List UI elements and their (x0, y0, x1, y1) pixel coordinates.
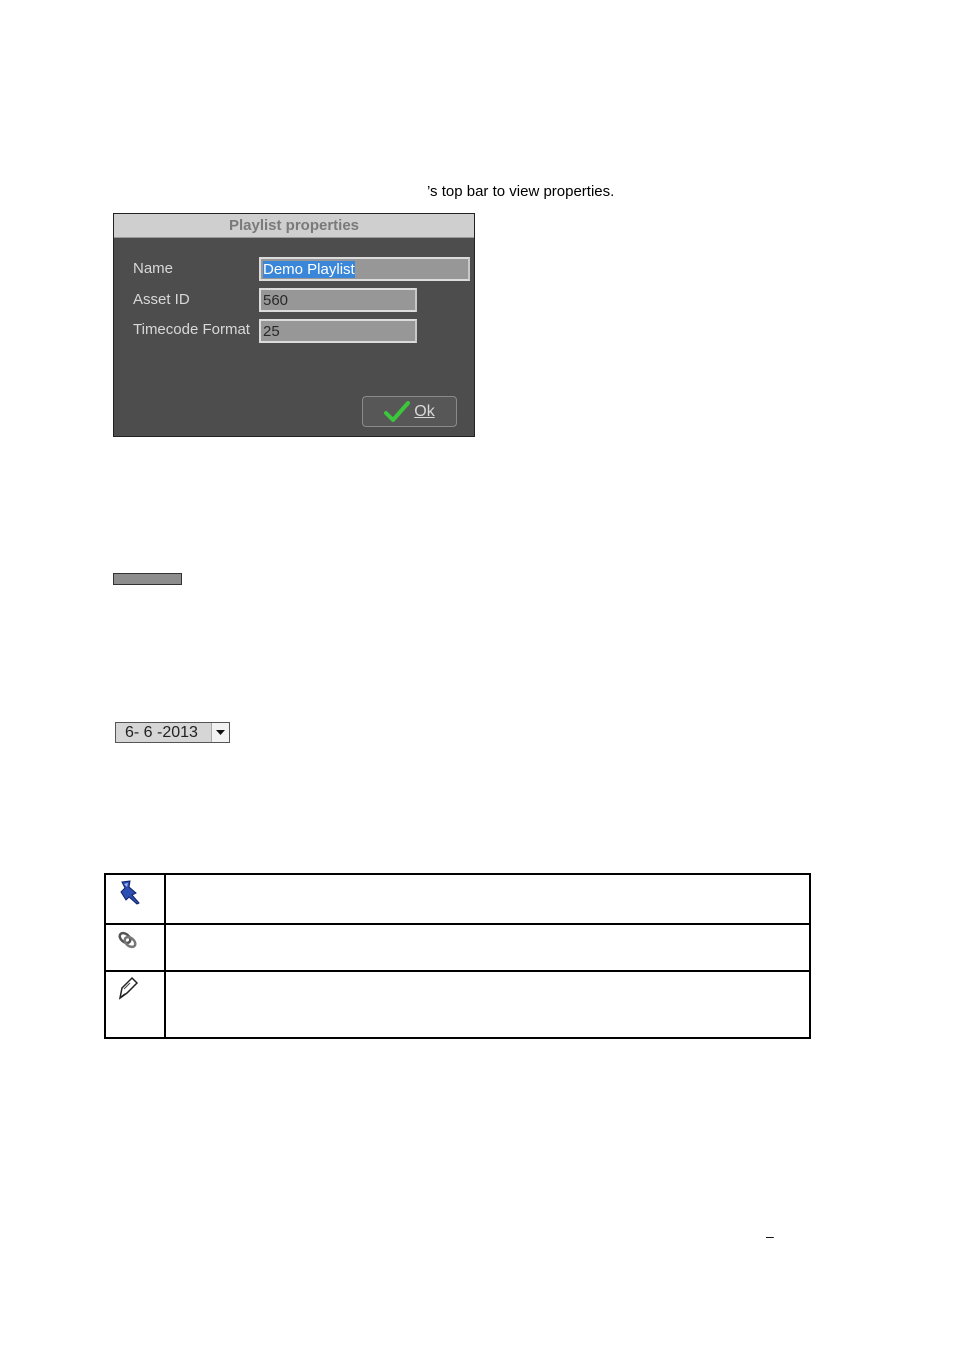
description-cell (164, 873, 811, 925)
ok-button[interactable]: Ok (362, 396, 457, 427)
date-dropdown[interactable]: 6- 6 -2013 (115, 722, 230, 743)
icon-cell (104, 873, 166, 925)
chevron-down-icon[interactable] (211, 723, 229, 742)
table-row (104, 923, 811, 972)
timecode-format-label: Timecode Format (133, 321, 250, 338)
pen-edit-icon (118, 976, 139, 1000)
ok-label: Ok (414, 402, 435, 420)
link-chain-icon (118, 931, 137, 949)
description-cell (164, 970, 811, 1039)
table-row (104, 970, 811, 1039)
date-value: 6- 6 -2013 (125, 724, 198, 741)
playlist-properties-dialog: Playlist properties Name Demo Playlist A… (113, 213, 475, 437)
name-label: Name (133, 260, 174, 277)
footer-dash: – (766, 1228, 774, 1244)
name-field[interactable]: Demo Playlist (259, 257, 470, 281)
asset-id-field[interactable]: 560 (259, 288, 417, 312)
table-row (104, 873, 811, 925)
icon-cell (104, 970, 166, 1039)
pushpin-icon (120, 880, 140, 905)
intro-text: ’s top bar to view properties. (427, 183, 615, 200)
description-cell (164, 923, 811, 972)
asset-id-label: Asset ID (133, 291, 190, 308)
timecode-format-field[interactable]: 25 (259, 319, 417, 343)
dialog-title: Playlist properties (114, 214, 474, 238)
icon-cell (104, 923, 166, 972)
grey-color-swatch (113, 573, 182, 585)
name-value: Demo Playlist (263, 261, 355, 278)
icon-legend-table (104, 873, 811, 1039)
checkmark-icon (384, 400, 411, 422)
